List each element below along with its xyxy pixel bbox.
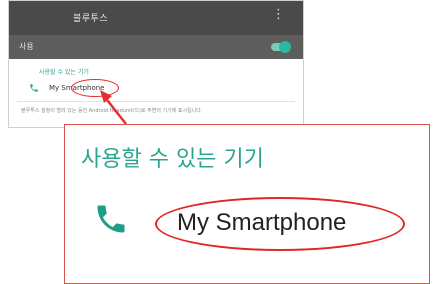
device-name-zoom[interactable]: My Smartphone [177,209,346,237]
available-devices-header-zoom: 사용할 수 있는 기기 [81,147,264,172]
phone-icon [93,201,129,237]
zoom-callout: 사용할 수 있는 기기 My Smartphone [64,124,430,284]
